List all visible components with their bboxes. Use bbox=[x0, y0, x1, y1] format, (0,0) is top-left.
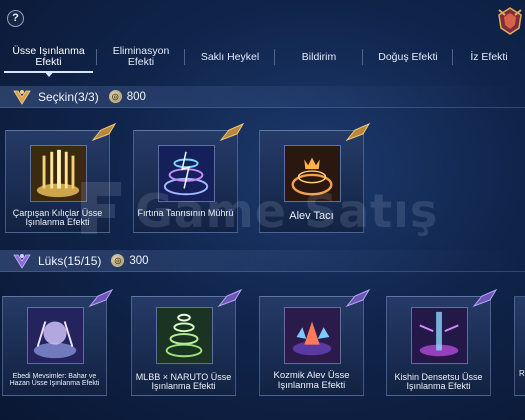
effect-card-kishin-densetsu[interactable]: Kishin Densetsu Üsse Işınlanma Efekti bbox=[386, 288, 498, 396]
luxury-corner-badge-icon bbox=[345, 288, 371, 308]
effect-name: Ebedi Mevsimler: Bahar ve Hazan Üsse Işı… bbox=[9, 373, 100, 388]
section-price: 300 bbox=[129, 254, 149, 267]
effect-thumbnail bbox=[26, 307, 84, 364]
tab-elimination-effect[interactable]: Eliminasyon Efekti bbox=[97, 42, 185, 72]
effect-card-flame-crown[interactable]: Alev Tacı bbox=[259, 122, 371, 233]
elite-corner-badge-icon bbox=[219, 122, 245, 142]
section-title: Lüks(15/15) bbox=[38, 253, 102, 268]
category-tabs: Üsse Işınlanma Efekti Eliminasyon Efekti… bbox=[0, 42, 525, 77]
effect-thumbnail bbox=[155, 307, 213, 364]
elite-corner-badge-icon bbox=[91, 122, 117, 142]
effect-thumbnail bbox=[283, 307, 341, 364]
section-header-luxury: Lüks(15/15) ◎ 300 bbox=[0, 250, 525, 272]
effect-card-storm-god-seal[interactable]: Fırtına Tanrısının Mührü bbox=[133, 122, 245, 233]
section-title: Seçkin(3/3) bbox=[38, 89, 99, 104]
luxury-corner-badge-icon bbox=[472, 288, 498, 308]
tab-label: Saklı Heykel bbox=[200, 50, 260, 63]
effect-card-clashing-swords[interactable]: Çarpışan Kılıçlar Üsse Işınlanma Efekti bbox=[5, 122, 117, 233]
effect-name: R bbox=[519, 369, 525, 378]
tab-label: İz Efekti bbox=[470, 50, 508, 63]
luxury-corner-badge-icon bbox=[88, 288, 114, 308]
storm-seal-icon bbox=[158, 146, 214, 201]
tab-active-underline bbox=[4, 71, 93, 73]
currency-coin-icon: ◎ bbox=[111, 254, 125, 267]
effect-card-eternal-seasons[interactable]: Ebedi Mevsimler: Bahar ve Hazan Üsse Işı… bbox=[2, 288, 114, 396]
luxury-rank-icon bbox=[13, 253, 31, 269]
help-button[interactable]: ? bbox=[7, 10, 24, 27]
flame-crown-icon bbox=[284, 146, 340, 201]
tab-hidden-statue[interactable]: Saklı Heykel bbox=[185, 42, 275, 72]
tab-label: Bildirim bbox=[301, 50, 337, 63]
effect-thumbnail bbox=[410, 307, 468, 364]
section-price: 800 bbox=[126, 90, 146, 103]
effect-thumbnail bbox=[29, 145, 87, 202]
tab-notification[interactable]: Bildirim bbox=[275, 42, 363, 72]
tab-spawn-effect[interactable]: Doğuş Efekti bbox=[363, 42, 453, 72]
cosmic-flame-icon bbox=[284, 308, 340, 363]
golden-swords-icon bbox=[30, 146, 86, 201]
luxury-corner-badge-icon bbox=[217, 288, 243, 308]
kishin-beam-icon bbox=[411, 308, 467, 363]
tab-label: Doğuş Efekti bbox=[378, 50, 438, 63]
effect-name: Kishin Densetsu Üsse Işınlanma Efekti bbox=[394, 372, 483, 392]
effect-name: Çarpışan Kılıçlar Üsse Işınlanma Efekti bbox=[12, 208, 103, 228]
effect-thumbnail bbox=[283, 145, 341, 202]
effect-thumbnail bbox=[157, 145, 215, 202]
effect-name: MLBB × NARUTO Üsse Işınlanma Efekti bbox=[135, 372, 232, 392]
effect-name: Kozmik Alev Üsse Işınlanma Efekti bbox=[273, 370, 350, 391]
currency-coin-icon: ◎ bbox=[108, 90, 122, 103]
effect-card-mlbb-naruto[interactable]: MLBB × NARUTO Üsse Işınlanma Efekti bbox=[131, 288, 243, 396]
tab-label: Eliminasyon Efekti bbox=[112, 45, 170, 68]
elite-rank-icon bbox=[13, 89, 31, 105]
eternal-seasons-icon bbox=[27, 308, 83, 363]
effect-name: Fırtına Tanrısının Mührü bbox=[137, 208, 234, 218]
green-whirlwind-icon bbox=[156, 308, 212, 363]
tab-base-teleport-effect[interactable]: Üsse Işınlanma Efekti bbox=[0, 42, 97, 77]
effect-card-cosmic-flame[interactable]: Kozmik Alev Üsse Işınlanma Efekti bbox=[259, 288, 371, 396]
effect-name: Alev Tacı bbox=[289, 210, 334, 222]
effect-card-partial[interactable]: R bbox=[514, 296, 525, 396]
tab-active-caret bbox=[45, 73, 53, 77]
elite-corner-badge-icon bbox=[345, 122, 371, 142]
rank-emblem-icon[interactable] bbox=[497, 6, 523, 36]
section-header-elite: Seçkin(3/3) ◎ 800 bbox=[0, 86, 525, 108]
tab-trail-effect[interactable]: İz Efekti bbox=[453, 42, 525, 72]
tab-label: Üsse Işınlanma Efekti bbox=[12, 45, 85, 68]
